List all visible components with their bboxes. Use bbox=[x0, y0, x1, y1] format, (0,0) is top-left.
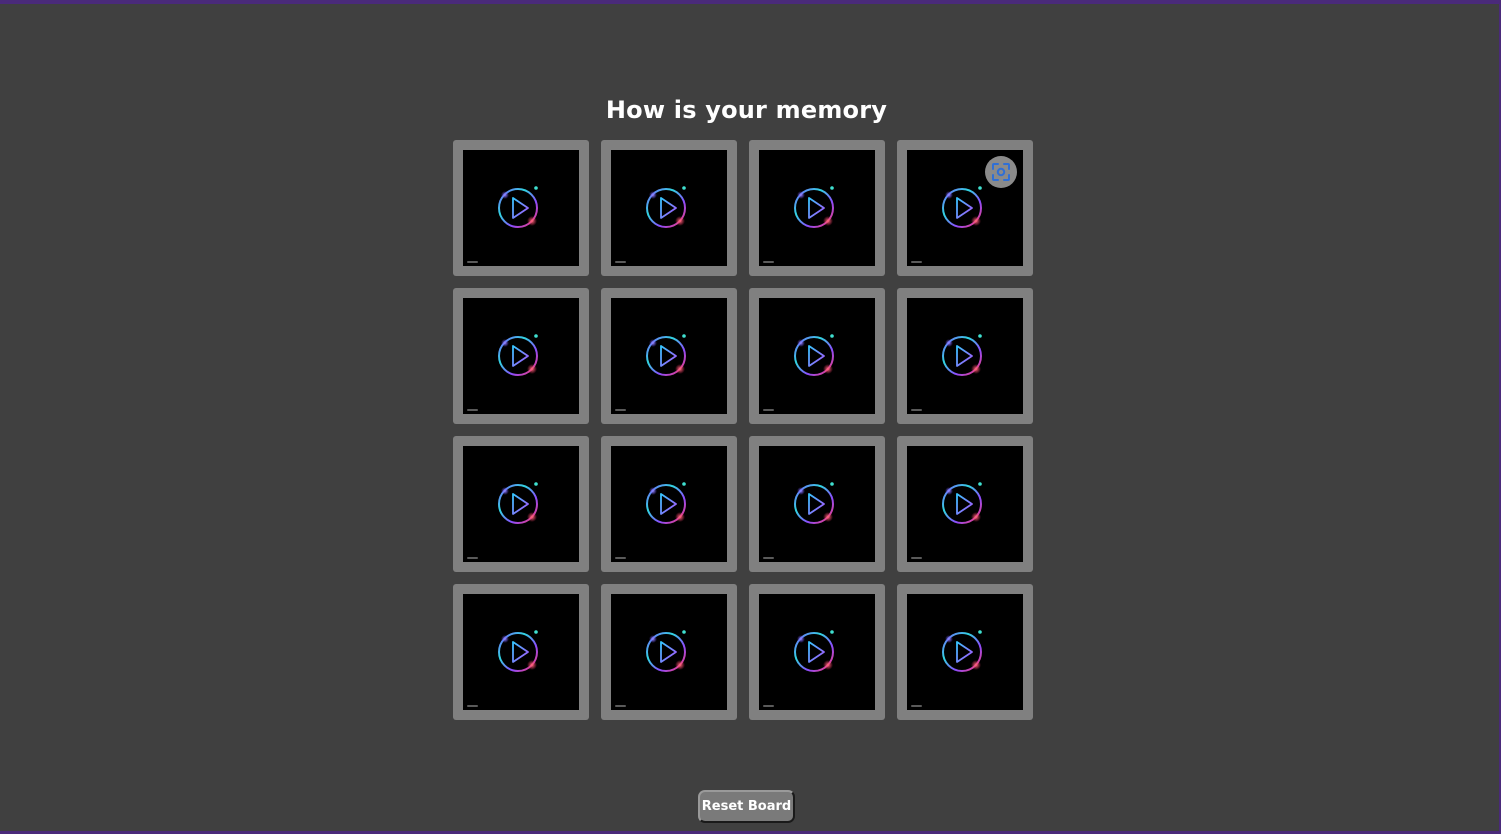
watermark bbox=[763, 557, 774, 559]
watermark bbox=[615, 557, 626, 559]
card-back bbox=[611, 594, 727, 710]
watermark bbox=[763, 261, 774, 263]
app-window: How is your memory Reset Board bbox=[0, 0, 1501, 834]
watermark bbox=[467, 409, 478, 411]
watermark bbox=[467, 705, 478, 707]
card-back bbox=[907, 594, 1023, 710]
card-back bbox=[463, 446, 579, 562]
card-back bbox=[463, 298, 579, 414]
neon-play-icon bbox=[794, 186, 834, 228]
card-back bbox=[907, 298, 1023, 414]
card-back bbox=[611, 150, 727, 266]
neon-play-icon bbox=[646, 334, 686, 376]
card-back bbox=[611, 446, 727, 562]
memory-card-14[interactable] bbox=[601, 584, 737, 720]
memory-card-1[interactable] bbox=[453, 140, 589, 276]
card-back bbox=[759, 594, 875, 710]
memory-card-5[interactable] bbox=[453, 288, 589, 424]
neon-play-icon bbox=[794, 630, 834, 672]
watermark bbox=[615, 261, 626, 263]
watermark bbox=[615, 409, 626, 411]
watermark bbox=[615, 705, 626, 707]
neon-play-icon bbox=[942, 482, 982, 524]
memory-card-2[interactable] bbox=[601, 140, 737, 276]
memory-card-9[interactable] bbox=[453, 436, 589, 572]
neon-play-icon bbox=[942, 334, 982, 376]
watermark bbox=[467, 557, 478, 559]
watermark bbox=[467, 261, 478, 263]
neon-play-icon bbox=[498, 630, 538, 672]
game-board bbox=[453, 140, 1033, 720]
watermark bbox=[911, 705, 922, 707]
card-back bbox=[463, 594, 579, 710]
neon-play-icon bbox=[646, 482, 686, 524]
watermark bbox=[763, 409, 774, 411]
watermark bbox=[763, 705, 774, 707]
card-back bbox=[759, 150, 875, 266]
neon-play-icon bbox=[794, 334, 834, 376]
card-back bbox=[907, 446, 1023, 562]
neon-play-icon bbox=[498, 186, 538, 228]
memory-card-12[interactable] bbox=[897, 436, 1033, 572]
neon-play-icon bbox=[498, 334, 538, 376]
neon-play-icon bbox=[794, 482, 834, 524]
memory-card-8[interactable] bbox=[897, 288, 1033, 424]
card-back bbox=[759, 298, 875, 414]
memory-card-3[interactable] bbox=[749, 140, 885, 276]
watermark bbox=[911, 261, 922, 263]
memory-card-16[interactable] bbox=[897, 584, 1033, 720]
watermark bbox=[911, 557, 922, 559]
memory-card-11[interactable] bbox=[749, 436, 885, 572]
card-back bbox=[611, 298, 727, 414]
reset-board-button[interactable]: Reset Board bbox=[698, 790, 795, 823]
card-back bbox=[463, 150, 579, 266]
neon-play-icon bbox=[942, 186, 982, 228]
memory-card-7[interactable] bbox=[749, 288, 885, 424]
neon-play-icon bbox=[942, 630, 982, 672]
neon-play-icon bbox=[498, 482, 538, 524]
memory-card-6[interactable] bbox=[601, 288, 737, 424]
memory-card-13[interactable] bbox=[453, 584, 589, 720]
visual-search-button[interactable] bbox=[985, 156, 1017, 188]
lens-scan-icon bbox=[992, 163, 1010, 181]
memory-card-10[interactable] bbox=[601, 436, 737, 572]
watermark bbox=[911, 409, 922, 411]
page-title: How is your memory bbox=[605, 96, 888, 124]
card-back bbox=[759, 446, 875, 562]
memory-card-15[interactable] bbox=[749, 584, 885, 720]
neon-play-icon bbox=[646, 630, 686, 672]
neon-play-icon bbox=[646, 186, 686, 228]
